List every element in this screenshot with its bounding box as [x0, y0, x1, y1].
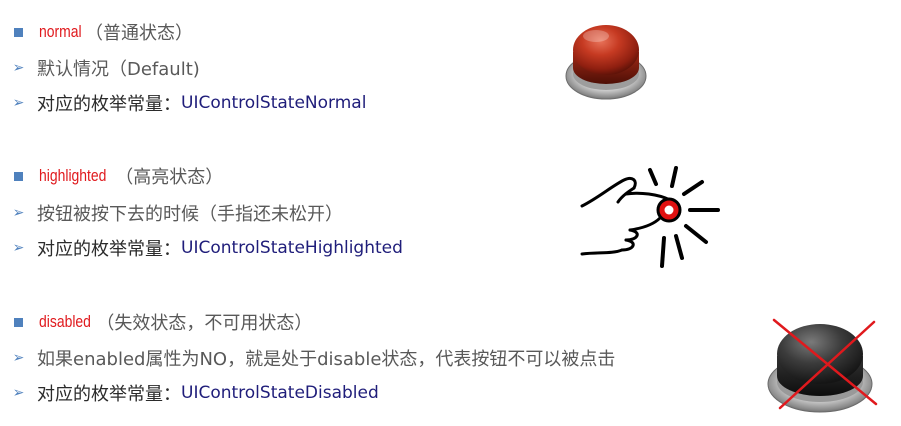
square-bullet-icon	[14, 27, 23, 37]
red-push-button-icon	[565, 25, 647, 100]
constant-value: UIControlStateNormal	[181, 93, 367, 113]
state-detail-disabled: ➢ 如果enabled属性为NO，就是处于disable状态，代表按钮不可以被点…	[12, 345, 616, 371]
state-detail-highlighted: ➢ 按钮被按下去的时候（手指还未松开）	[12, 200, 343, 226]
detail-text: 默认情况（Default)	[37, 59, 200, 80]
arrow-bullet-icon: ➢	[12, 240, 25, 256]
state-description: （高亮状态）	[115, 167, 224, 188]
arrow-bullet-icon: ➢	[12, 350, 25, 366]
arrow-bullet-icon: ➢	[12, 60, 25, 76]
constant-label: 对应的枚举常量：	[37, 239, 181, 260]
finger-press-icon	[580, 166, 720, 268]
state-detail-normal: ➢ 默认情况（Default)	[12, 55, 200, 81]
gray-disabled-button-icon	[767, 318, 878, 413]
detail-text: 如果enabled属性为NO，就是处于disable状态，代表按钮不可以被点击	[37, 349, 616, 370]
arrow-bullet-icon: ➢	[12, 385, 25, 401]
detail-text: 按钮被按下去的时候（手指还未松开）	[37, 204, 343, 225]
state-name: disabled	[39, 312, 91, 331]
state-heading-disabled: disabled （失效状态，不可用状态）	[12, 309, 312, 335]
square-bullet-icon	[14, 171, 23, 181]
constant-label: 对应的枚举常量：	[37, 94, 181, 115]
state-heading-normal: normal （普通状态）	[12, 19, 193, 45]
state-name: normal	[39, 22, 82, 41]
state-name: highlighted	[39, 166, 107, 185]
state-constant-normal: ➢ 对应的枚举常量： UIControlStateNormal	[12, 90, 367, 116]
arrow-bullet-icon: ➢	[12, 95, 25, 111]
state-constant-disabled: ➢ 对应的枚举常量： UIControlStateDisabled	[12, 380, 379, 406]
state-description: （失效状态，不可用状态）	[96, 313, 313, 334]
state-description: （普通状态）	[84, 23, 193, 44]
constant-label: 对应的枚举常量：	[37, 384, 181, 405]
square-bullet-icon	[14, 317, 23, 327]
state-constant-highlighted: ➢ 对应的枚举常量： UIControlStateHighlighted	[12, 235, 403, 261]
arrow-bullet-icon: ➢	[12, 205, 25, 221]
constant-value: UIControlStateDisabled	[181, 383, 379, 403]
constant-value: UIControlStateHighlighted	[181, 238, 403, 258]
state-heading-highlighted: highlighted （高亮状态）	[12, 163, 223, 189]
